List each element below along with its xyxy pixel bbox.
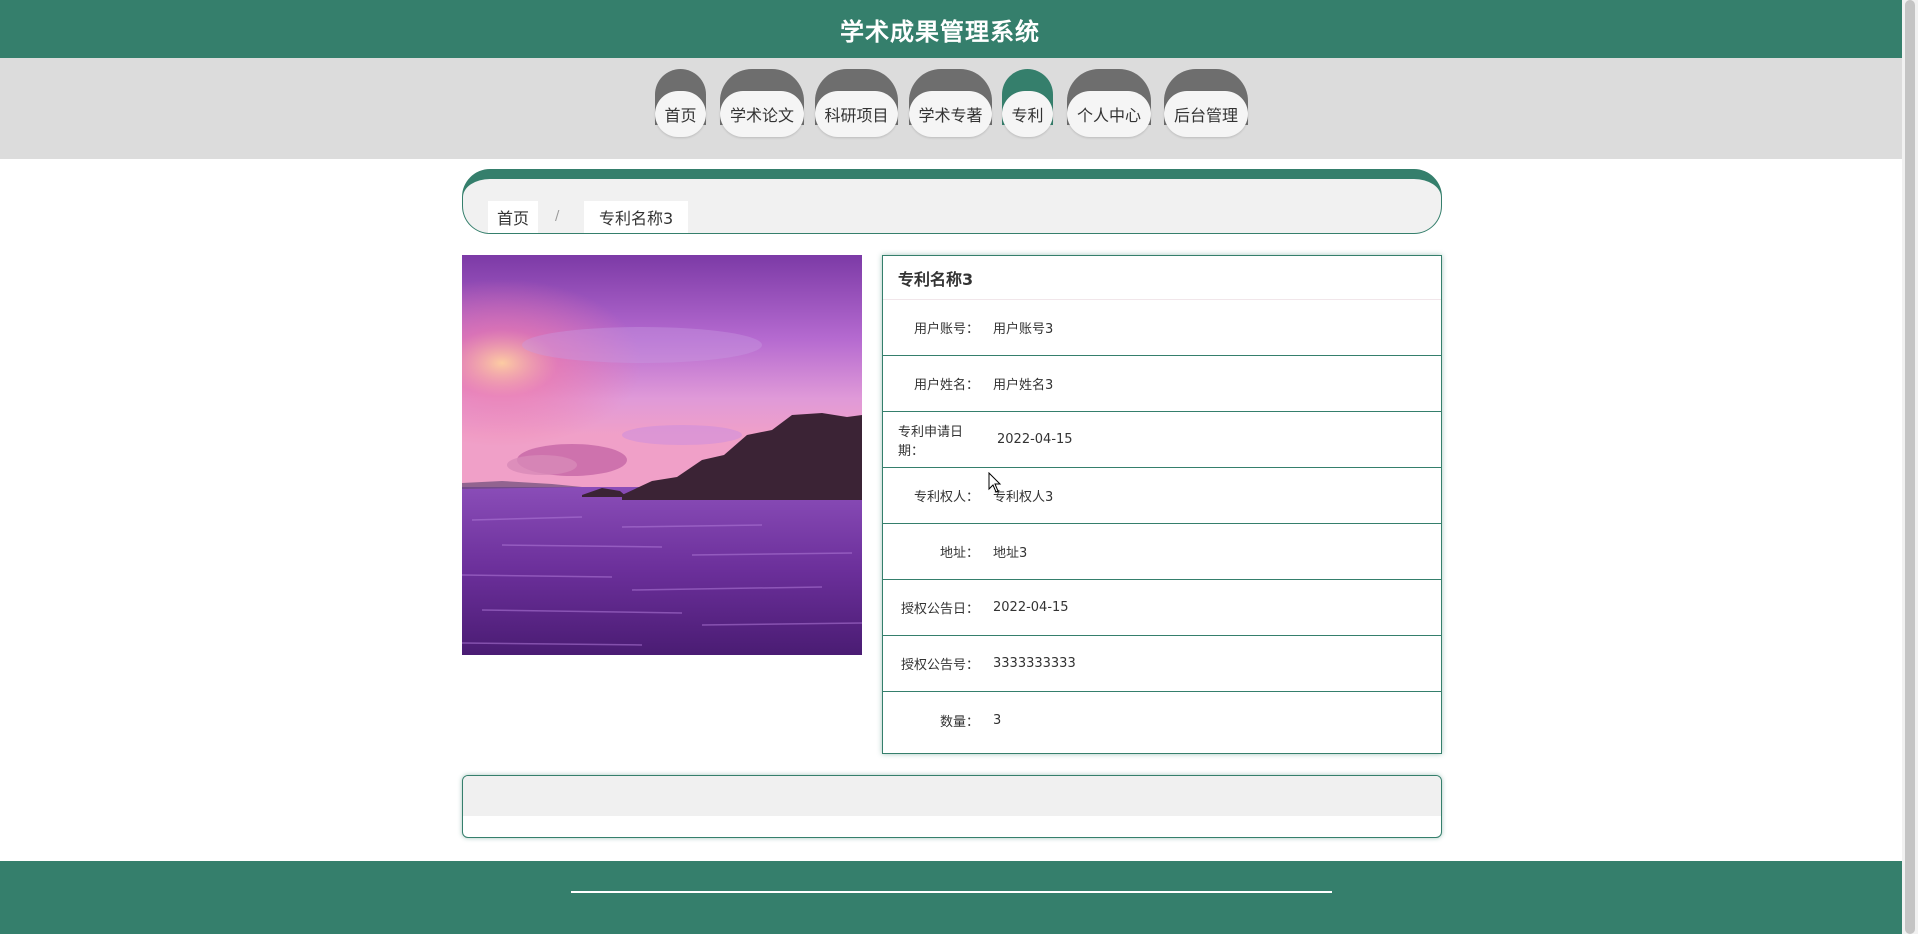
field-label: 授权公告号：: [900, 658, 979, 673]
field-label: 地址：: [939, 546, 979, 561]
field-label: 用户账号：: [913, 322, 979, 337]
nav-item-label: 科研项目: [815, 91, 898, 137]
nav-item-personal-center[interactable]: 个人中心: [1067, 69, 1151, 139]
scrollbar-thumb[interactable]: [1905, 0, 1915, 934]
nav-item-label: 个人中心: [1067, 91, 1151, 137]
field-label: 专利权人：: [913, 490, 979, 505]
vertical-scrollbar[interactable]: [1902, 0, 1918, 934]
content-section-header: [463, 776, 1441, 816]
field-value: 3: [993, 712, 1002, 728]
nav-item-projects[interactable]: 科研项目: [815, 69, 898, 139]
nav-item-home[interactable]: 首页: [655, 69, 706, 139]
detail-row-grant-number: 授权公告号： 3333333333: [883, 636, 1441, 692]
footer-divider: [571, 891, 1332, 893]
nav-item-label: 学术专著: [909, 91, 992, 137]
nav-item-admin[interactable]: 后台管理: [1164, 69, 1248, 139]
nav-item-label: 首页: [655, 91, 706, 137]
seascape-image: [462, 255, 862, 655]
patent-detail-panel: 专利名称3 用户账号： 用户账号3 用户姓名： 用户姓名3 专利申请日期： 20…: [882, 255, 1442, 754]
content-section: [462, 775, 1442, 838]
field-label: 数量：: [939, 714, 979, 730]
field-value: 地址3: [993, 546, 1028, 561]
breadcrumb-separator: /: [555, 209, 560, 224]
field-label: 授权公告日：: [900, 602, 979, 617]
detail-row-name: 用户姓名： 用户姓名3: [883, 356, 1441, 412]
breadcrumb-current: 专利名称3: [584, 201, 689, 233]
mouse-cursor-icon: [988, 472, 1002, 493]
field-value: 3333333333: [993, 656, 1076, 671]
main-nav: 首页 学术论文 科研项目 学术专著 专利 个人中心 后台管理: [0, 58, 1902, 159]
field-label: 专利申请日期：: [898, 424, 964, 459]
detail-row-apply-date: 专利申请日期： 2022-04-15: [883, 412, 1441, 468]
detail-row-quantity: 数量： 3: [883, 692, 1441, 748]
field-value: 2022-04-15: [993, 600, 1069, 615]
nav-item-label: 后台管理: [1164, 91, 1248, 137]
nav-item-papers[interactable]: 学术论文: [720, 69, 804, 139]
nav-item-monographs[interactable]: 学术专著: [909, 69, 992, 139]
breadcrumb-home-link[interactable]: 首页: [488, 201, 539, 233]
detail-row-patentee: 专利权人： 专利权人3: [883, 468, 1441, 524]
detail-row-address: 地址： 地址3: [883, 524, 1441, 580]
footer: [0, 861, 1902, 934]
detail-row-grant-date: 授权公告日： 2022-04-15: [883, 580, 1441, 636]
nav-item-patents[interactable]: 专利: [1002, 69, 1053, 139]
breadcrumb: 首页 / 专利名称3: [462, 169, 1442, 234]
nav-item-label: 专利: [1002, 91, 1053, 137]
app-title: 学术成果管理系统: [840, 17, 1040, 46]
field-label: 用户姓名：: [913, 378, 979, 393]
field-value: 用户姓名3: [993, 378, 1054, 393]
patent-image: [462, 255, 862, 655]
header-bar: 学术成果管理系统: [0, 0, 1902, 58]
patent-title: 专利名称3: [883, 256, 1441, 300]
field-value: 2022-04-15: [997, 432, 1073, 447]
field-value: 用户账号3: [993, 322, 1054, 337]
detail-row-account: 用户账号： 用户账号3: [883, 300, 1441, 356]
nav-item-label: 学术论文: [720, 91, 804, 137]
